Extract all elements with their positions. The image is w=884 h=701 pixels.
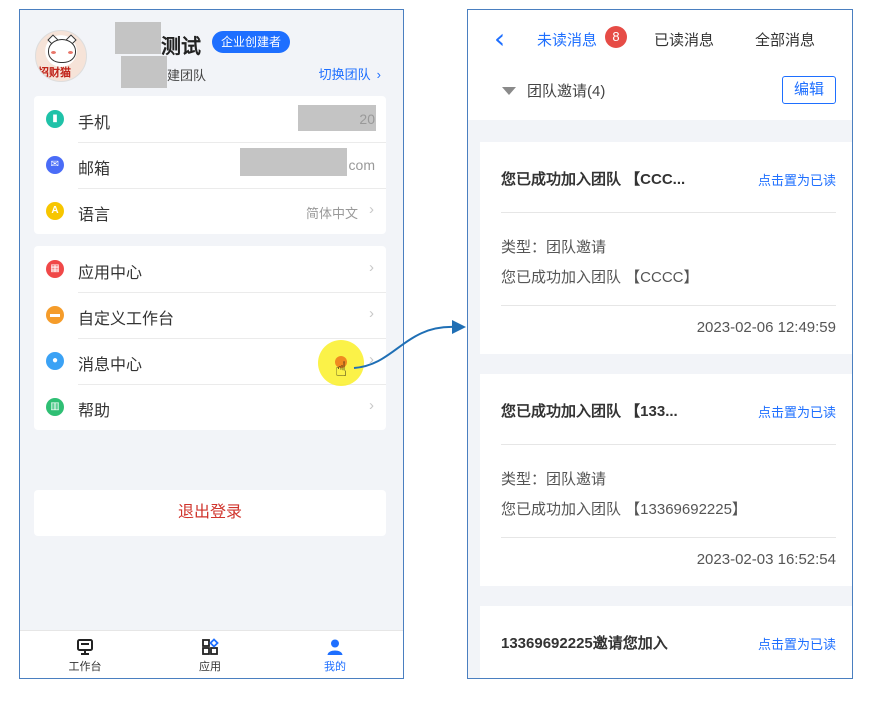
message-title: 您已成功加入团队 【133... — [501, 403, 678, 420]
message-title: 您已成功加入团队 【CCC... — [501, 171, 686, 188]
row-custom-workbench[interactable]: ▬ 自定义工作台 › — [34, 292, 386, 338]
grid-icon — [202, 638, 219, 655]
profile-header: 招财猫 测试 企业创建者 建团队 切换团队 › — [20, 10, 403, 96]
pointer-hand-icon: ☝ — [335, 359, 348, 381]
cat-cheek-left — [51, 51, 56, 54]
chevron-right-icon: › — [376, 67, 381, 82]
message-body: 您已成功加入团队 【13369692225】 — [501, 501, 747, 518]
monitor-icon — [77, 639, 93, 655]
avatar-text: 招财猫 — [38, 66, 71, 79]
tab-label: 我的 — [324, 661, 346, 673]
row-phone[interactable]: ▮ 手机 20 — [34, 96, 386, 142]
language-value: 简体中文 — [305, 206, 358, 221]
phone-tail: 20 — [359, 111, 375, 127]
avatar[interactable]: 招财猫 — [35, 30, 87, 82]
message-type: 类型：团队邀请 — [501, 239, 607, 256]
row-label: 语言 — [78, 207, 111, 224]
row-label: 应用中心 — [78, 265, 143, 282]
divider — [501, 305, 836, 306]
profile-screen: 招财猫 测试 企业创建者 建团队 切换团队 › ▮ 手机 20 ✉ 邮箱 com … — [19, 9, 404, 679]
book-icon: ▥ — [46, 398, 64, 416]
account-card: ▮ 手机 20 ✉ 邮箱 com A 语言 简体中文 › — [34, 96, 386, 234]
row-language[interactable]: A 语言 简体中文 › — [34, 188, 386, 234]
message-time: 2023-02-06 12:49:59 — [696, 319, 836, 336]
language-icon: A — [46, 202, 64, 220]
tab-apps[interactable]: 应用 — [160, 631, 260, 678]
apps-icon: ▦ — [46, 260, 64, 278]
back-arrow-icon[interactable]: ‹ — [494, 22, 505, 55]
tab-label: 应用 — [199, 661, 221, 673]
chevron-right-icon: › — [369, 259, 374, 276]
phone-icon: ▮ — [46, 110, 64, 128]
menu-card: ▦ 应用中心 › ▬ 自定义工作台 › ● 消息中心 › ▥ 帮助 › — [34, 246, 386, 430]
mark-read-link[interactable]: 点击置为已读 — [758, 634, 836, 653]
tab-label: 工作台 — [68, 661, 102, 673]
message-icon: ● — [46, 352, 64, 370]
message-card[interactable]: 您已成功加入团队 【CCC... 点击置为已读 类型：团队邀请 您已成功加入团队… — [480, 142, 852, 354]
workbench-icon: ▬ — [46, 306, 64, 324]
redacted-team — [121, 56, 167, 88]
chevron-right-icon: › — [369, 201, 374, 218]
bottom-tabbar: 工作台 应用 我的 — [20, 630, 403, 678]
row-app-center[interactable]: ▦ 应用中心 › — [34, 246, 386, 292]
mark-read-link[interactable]: 点击置为已读 — [758, 170, 836, 189]
divider — [501, 537, 836, 538]
collapse-triangle-icon[interactable] — [502, 87, 516, 95]
switch-team-link[interactable]: 切换团队 › — [319, 64, 381, 83]
row-label: 自定义工作台 — [78, 311, 175, 328]
row-email[interactable]: ✉ 邮箱 com — [34, 142, 386, 188]
chevron-right-icon: › — [369, 397, 374, 414]
chevron-right-icon: › — [369, 351, 374, 368]
row-help[interactable]: ▥ 帮助 › — [34, 384, 386, 430]
message-type: 类型：团队邀请 — [501, 471, 607, 488]
message-title: 13369692225邀请您加入 — [501, 635, 668, 652]
tab-mine[interactable]: 我的 — [285, 631, 385, 678]
tab-unread[interactable]: 未读消息 — [537, 29, 597, 50]
tab-all[interactable]: 全部消息 — [755, 29, 815, 50]
tab-workbench[interactable]: 工作台 — [35, 631, 135, 678]
user-icon — [327, 639, 343, 655]
mark-read-link[interactable]: 点击置为已读 — [758, 402, 836, 421]
row-label: 邮箱 — [78, 161, 111, 178]
divider — [501, 444, 836, 445]
message-card[interactable]: 您已成功加入团队 【133... 点击置为已读 类型：团队邀请 您已成功加入团队… — [480, 374, 852, 586]
email-tail: com — [348, 157, 375, 173]
tab-read[interactable]: 已读消息 — [654, 29, 714, 50]
switch-team-label: 切换团队 — [318, 67, 371, 82]
redacted-email — [240, 148, 347, 176]
message-card[interactable]: 13369692225邀请您加入 点击置为已读 — [480, 606, 852, 678]
mail-icon: ✉ — [46, 156, 64, 174]
divider — [501, 212, 836, 213]
redacted-name — [115, 22, 161, 54]
user-name: 测试 — [161, 36, 201, 58]
logout-button[interactable]: 退出登录 — [34, 490, 386, 536]
message-time: 2023-02-03 16:52:54 — [696, 551, 836, 568]
message-center-screen: ‹ 未读消息 8 已读消息 全部消息 团队邀请(4) 编辑 您已成功加入团队 【… — [467, 9, 853, 679]
unread-count-badge: 8 — [605, 26, 627, 48]
team-name: 建团队 — [167, 68, 207, 83]
row-label: 帮助 — [78, 403, 111, 420]
row-label: 消息中心 — [78, 357, 143, 374]
row-label: 手机 — [78, 115, 111, 132]
message-topbar: ‹ 未读消息 8 已读消息 全部消息 团队邀请(4) 编辑 — [468, 10, 852, 120]
message-body: 您已成功加入团队 【CCCC】 — [501, 269, 699, 286]
edit-button[interactable]: 编辑 — [782, 76, 836, 104]
group-title[interactable]: 团队邀请(4) — [527, 80, 605, 101]
chevron-right-icon: › — [369, 305, 374, 322]
role-badge: 企业创建者 — [212, 31, 291, 53]
cat-cheek-right — [68, 51, 73, 54]
